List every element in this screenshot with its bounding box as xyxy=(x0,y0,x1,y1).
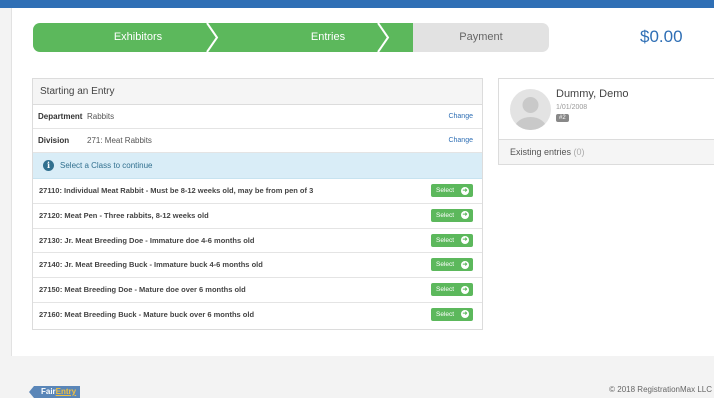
division-row: Division 271: Meat Rabbits Change xyxy=(33,129,482,153)
step-separator-icon xyxy=(376,23,390,52)
arrow-right-icon: ➜ xyxy=(461,260,469,269)
class-row: 27140: Jr. Meat Breeding Buck - Immature… xyxy=(33,253,482,279)
select-class-button[interactable]: Select ➜ xyxy=(431,184,473,197)
arrow-right-icon: ➜ xyxy=(461,285,469,294)
arrow-right-icon: ➜ xyxy=(461,236,469,245)
panel-title: Starting an Entry xyxy=(33,79,482,105)
copyright: © 2018 RegistrationMax LLC xyxy=(609,385,712,394)
footer: FairEntry © 2018 RegistrationMax LLC xyxy=(0,356,714,398)
exhibitor-summary: Dummy, Demo 1/01/2008 #2 xyxy=(499,79,714,140)
select-label: Select xyxy=(436,286,455,294)
exhibitor-card: Dummy, Demo 1/01/2008 #2 Existing entrie… xyxy=(498,78,714,165)
select-label: Select xyxy=(436,261,455,269)
arrow-right-icon: ➜ xyxy=(461,186,469,195)
class-label: 27140: Jr. Meat Breeding Buck - Immature… xyxy=(39,260,263,270)
exhibitor-badge: #2 xyxy=(556,114,569,122)
fairentry-logo[interactable]: FairEntry xyxy=(28,386,81,398)
select-label: Select xyxy=(436,211,455,219)
existing-entries-count: (0) xyxy=(573,147,585,157)
class-row: 27150: Meat Breeding Doe - Mature doe ov… xyxy=(33,278,482,303)
department-value: Rabbits xyxy=(87,112,115,121)
class-row: 27120: Meat Pen - Three rabbits, 8-12 we… xyxy=(33,204,482,229)
select-class-button[interactable]: Select ➜ xyxy=(431,283,473,297)
division-label: Division xyxy=(38,136,70,145)
class-row: 27130: Jr. Meat Breeding Doe - Immature … xyxy=(33,229,482,254)
info-icon: i xyxy=(43,160,54,171)
arrow-right-icon: ➜ xyxy=(461,211,469,220)
logo-text-entry: Entry xyxy=(55,387,77,396)
class-row: 27160: Meat Breeding Buck - Mature buck … xyxy=(33,303,482,327)
existing-entries-label: Existing entries xyxy=(510,147,572,157)
exhibitor-dob: 1/01/2008 xyxy=(556,104,588,111)
existing-entries: Existing entries (0) xyxy=(499,140,714,164)
progress-steps: Exhibitors Entries Payment xyxy=(33,23,549,52)
class-list: 27110: Individual Meat Rabbit - Must be … xyxy=(33,179,482,327)
select-class-button[interactable]: Select ➜ xyxy=(431,233,473,247)
select-class-button[interactable]: Select ➜ xyxy=(431,258,473,272)
notice-text: Select a Class to continue xyxy=(60,161,153,170)
class-label: 27120: Meat Pen - Three rabbits, 8-12 we… xyxy=(39,210,209,220)
cart-total: $0.00 xyxy=(640,27,683,46)
department-row: Department Rabbits Change xyxy=(33,105,482,129)
class-label: 27150: Meat Breeding Doe - Mature doe ov… xyxy=(39,285,246,295)
exhibitor-name[interactable]: Dummy, Demo xyxy=(556,88,629,100)
change-division-link[interactable]: Change xyxy=(448,129,473,152)
person-icon xyxy=(514,97,547,130)
entry-panel: Starting an Entry Department Rabbits Cha… xyxy=(32,78,483,330)
select-label: Select xyxy=(436,310,455,318)
class-label: 27160: Meat Breeding Buck - Mature buck … xyxy=(39,309,255,319)
select-class-button[interactable]: Select ➜ xyxy=(431,208,473,222)
class-label: 27110: Individual Meat Rabbit - Must be … xyxy=(39,186,314,195)
arrow-right-icon: ➜ xyxy=(461,310,469,319)
step-payment[interactable]: Payment xyxy=(413,23,549,52)
department-label: Department xyxy=(38,112,83,121)
change-department-link[interactable]: Change xyxy=(448,105,473,128)
select-class-button[interactable]: Select ➜ xyxy=(431,307,473,321)
select-label: Select xyxy=(436,187,455,194)
logo-text-fair: Fair xyxy=(41,387,56,396)
step-separator-icon xyxy=(205,23,219,52)
division-value: 271: Meat Rabbits xyxy=(87,136,152,145)
class-row: 27110: Individual Meat Rabbit - Must be … xyxy=(33,179,482,204)
select-class-notice: i Select a Class to continue xyxy=(33,153,482,179)
class-label: 27130: Jr. Meat Breeding Doe - Immature … xyxy=(39,235,255,245)
avatar xyxy=(510,89,551,130)
top-accent-bar xyxy=(0,0,714,8)
select-label: Select xyxy=(436,236,455,244)
